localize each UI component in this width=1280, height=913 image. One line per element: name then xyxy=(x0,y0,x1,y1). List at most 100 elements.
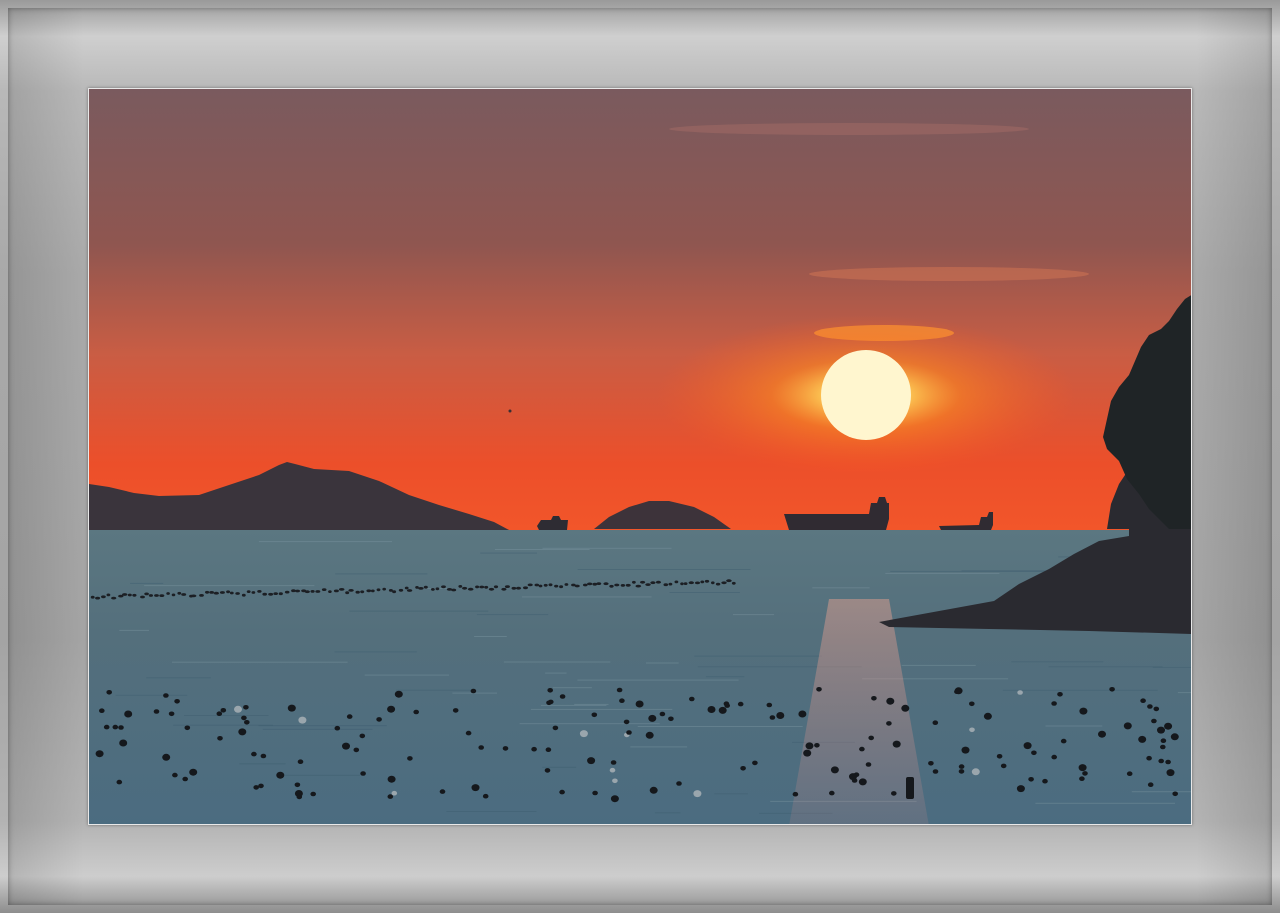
buoy xyxy=(235,592,240,595)
ripple xyxy=(1177,692,1191,694)
ripple xyxy=(694,655,822,657)
buoy xyxy=(680,582,684,586)
buoy xyxy=(238,728,247,736)
ripple xyxy=(714,793,748,795)
buoy xyxy=(612,778,618,784)
buoy xyxy=(655,580,662,584)
ripple xyxy=(476,614,549,616)
buoy xyxy=(163,693,169,698)
buoy xyxy=(213,591,219,595)
buoy xyxy=(220,708,227,713)
buoy xyxy=(262,592,267,596)
buoy xyxy=(587,757,596,765)
sun xyxy=(821,350,911,440)
buoy xyxy=(205,590,210,594)
buoy xyxy=(707,706,716,713)
buoy xyxy=(462,586,468,590)
buoy xyxy=(645,583,651,586)
buoy xyxy=(103,724,110,730)
buoy xyxy=(543,583,548,587)
bird xyxy=(508,409,512,413)
buoy xyxy=(435,587,440,591)
buoy xyxy=(470,688,477,694)
buoy xyxy=(209,591,214,594)
buoy xyxy=(387,775,396,783)
buoy xyxy=(118,725,124,730)
buoy xyxy=(1000,763,1007,769)
ripple xyxy=(669,592,740,593)
buoy xyxy=(1164,722,1173,730)
buoy xyxy=(1051,754,1057,760)
sky xyxy=(89,89,1191,531)
ripple xyxy=(364,674,449,676)
buoy xyxy=(635,584,642,588)
buoy xyxy=(623,719,630,725)
buoy xyxy=(246,590,251,593)
buoy xyxy=(504,585,510,588)
buoy xyxy=(241,715,247,721)
picture-mat-frame xyxy=(0,0,1280,913)
ripple xyxy=(1035,802,1175,804)
buoy xyxy=(199,594,204,597)
buoy xyxy=(954,687,963,695)
buoy xyxy=(1109,687,1115,692)
buoy xyxy=(348,589,354,592)
ripple xyxy=(115,694,188,696)
buoy xyxy=(1140,698,1146,703)
buoy xyxy=(674,580,679,584)
buoy xyxy=(298,716,307,724)
buoy xyxy=(243,705,249,710)
buoy xyxy=(268,592,274,596)
buoy xyxy=(531,746,537,752)
ripple xyxy=(1011,661,1104,663)
buoy xyxy=(251,751,257,757)
buoy xyxy=(603,582,609,586)
buoy xyxy=(1158,758,1164,764)
buoy xyxy=(174,699,180,704)
buoy xyxy=(394,690,403,698)
ripple xyxy=(184,715,269,716)
buoy xyxy=(574,584,580,588)
buoy xyxy=(554,584,559,588)
ripple xyxy=(1002,689,1158,691)
ripple xyxy=(1152,666,1191,668)
buoy xyxy=(159,594,165,597)
buoy xyxy=(552,725,559,731)
buoy xyxy=(969,701,975,707)
ripple xyxy=(146,677,211,679)
buoy xyxy=(451,588,457,592)
sea xyxy=(89,530,1191,824)
mooring-post xyxy=(906,777,914,799)
buoy xyxy=(958,769,965,774)
buoy xyxy=(392,590,397,594)
buoy xyxy=(704,579,710,583)
ripple xyxy=(474,636,507,637)
buoy xyxy=(140,595,145,599)
buoy xyxy=(229,591,234,595)
buoy xyxy=(901,704,910,712)
buoy xyxy=(423,585,428,589)
buoy xyxy=(355,590,360,594)
ripple xyxy=(239,763,286,765)
ripple xyxy=(542,547,672,549)
ripple xyxy=(395,689,472,691)
buoy xyxy=(1060,738,1067,744)
buoy xyxy=(803,749,812,757)
buoy xyxy=(189,768,198,776)
buoy xyxy=(805,742,814,750)
buoy xyxy=(737,701,744,707)
buoy xyxy=(511,586,517,590)
buoy xyxy=(766,702,773,708)
ripple xyxy=(494,549,590,550)
buoy xyxy=(769,715,776,720)
buoy xyxy=(645,731,654,739)
ripple xyxy=(646,662,679,664)
buoy xyxy=(928,761,934,766)
buoy xyxy=(479,585,485,589)
buoy xyxy=(258,783,264,789)
buoy xyxy=(166,592,170,595)
buoy xyxy=(579,730,588,738)
ripple xyxy=(530,708,673,710)
ripple xyxy=(545,672,567,674)
buoy xyxy=(868,735,874,741)
